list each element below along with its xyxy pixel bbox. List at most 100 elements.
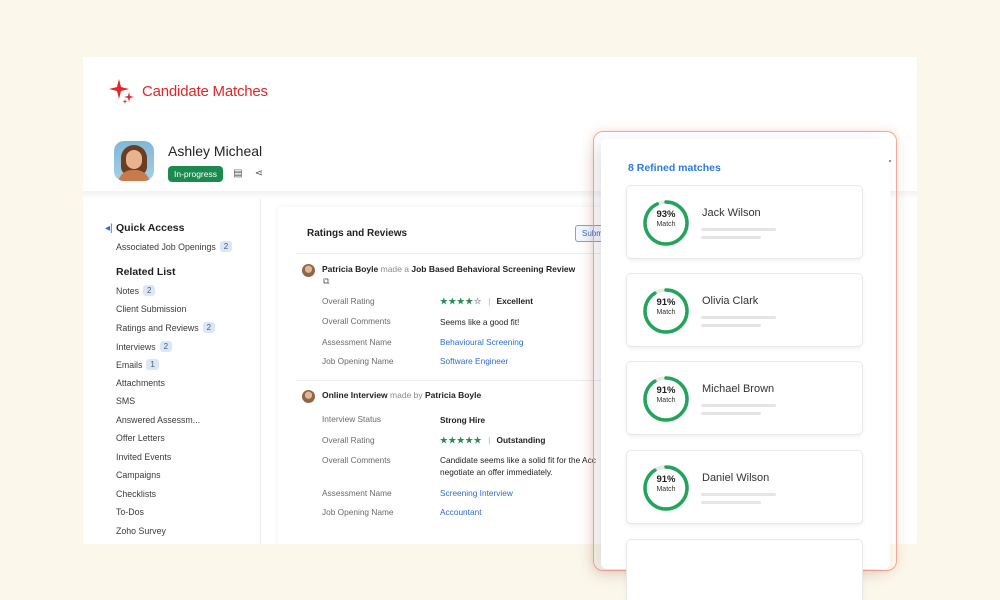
review-header: Online Interview made by Patricia Boyle [322, 390, 481, 400]
match-card[interactable]: 93% Match Jack Wilson [626, 185, 863, 259]
sidebar-item-associated-job-openings[interactable]: Associated Job Openings 2 [116, 241, 233, 252]
candidate-name[interactable]: Michael Brown [702, 383, 774, 395]
sidebar-item-interviews[interactable]: Interviews 2 [116, 341, 173, 352]
match-percent: 93% [656, 209, 676, 220]
sidebar-item-client-submission[interactable]: Client Submission [116, 304, 186, 314]
placeholder-line [701, 316, 776, 319]
field-value: Seems like a good fit! [440, 317, 520, 327]
sidebar-item-offer-letters[interactable]: Offer Letters [116, 433, 165, 443]
count-badge: 2 [202, 322, 216, 333]
divider [296, 253, 616, 254]
match-label: Match [656, 486, 676, 493]
review-header: Patricia Boyle made a Job Based Behavior… [322, 264, 575, 274]
field-label: Overall Rating [322, 435, 375, 445]
overall-rating: ★★★★★ | Outstanding [440, 435, 546, 445]
status-badge[interactable]: In-progress [168, 166, 223, 182]
sidebar-item-label: Client Submission [116, 304, 187, 314]
sidebar-item-emails[interactable]: Emails 1 [116, 359, 159, 370]
field-label: Interview Status [322, 414, 382, 424]
sidebar-item-sms[interactable]: SMS [116, 396, 135, 406]
sidebar-item-to-dos[interactable]: To-Dos [116, 507, 144, 517]
review-subject[interactable]: Online Interview [322, 390, 388, 400]
field-value-continued: negotiate an offer immediately. [440, 467, 553, 477]
sidebar: ◂| Quick Access Associated Job Openings … [83, 199, 261, 544]
placeholder-line [701, 404, 776, 407]
related-list-heading: Related List [116, 266, 176, 278]
job-opening-link[interactable]: Accountant [440, 507, 482, 517]
sidebar-item-label: Answered Assessm... [116, 415, 201, 425]
section-title: Ratings and Reviews [307, 228, 408, 239]
sidebar-item-invited-events[interactable]: Invited Events [116, 452, 171, 462]
reviewer-name[interactable]: Patricia Boyle [322, 264, 378, 274]
candidate-name[interactable]: Daniel Wilson [702, 472, 769, 484]
review-connector: made a [380, 264, 409, 274]
field-value: Candidate seems like a solid fit for the… [440, 455, 596, 465]
candidate-profile: Ashley Micheal In-progress ▤ ⋖ [114, 141, 265, 182]
review-subject[interactable]: Job Based Behavioral Screening Review [411, 264, 575, 274]
review-connector: made by [390, 390, 423, 400]
match-card[interactable]: 91% Match Daniel Wilson [626, 450, 863, 524]
reviewer-name[interactable]: Patricia Boyle [425, 390, 481, 400]
overall-rating: ★★★★☆ | Excellent [440, 296, 533, 306]
sidebar-item-attachments[interactable]: Attachments [116, 378, 165, 388]
assessment-link[interactable]: Screening Interview [440, 488, 513, 498]
notes-icon[interactable]: ▤ [232, 168, 244, 180]
count-badge: 2 [159, 341, 173, 352]
candidate-name[interactable]: Olivia Clark [702, 295, 758, 307]
rating-stars: ★★★★☆ [440, 296, 483, 306]
count-badge: 2 [219, 241, 233, 252]
sidebar-item-label: Emails [116, 359, 143, 370]
count-badge: 1 [146, 359, 159, 370]
sidebar-item-label: Zoho Survey [116, 526, 166, 536]
placeholder-line [701, 228, 776, 231]
field-label: Assessment Name [322, 488, 392, 498]
candidate-name[interactable]: Jack Wilson [702, 207, 761, 219]
sidebar-item-zoho-survey[interactable]: Zoho Survey [116, 526, 166, 536]
sidebar-item-label: Ratings and Reviews [116, 322, 199, 333]
match-card-partial[interactable] [626, 539, 863, 600]
refined-matches-panel: 8 Refined matches 93% Match Jack Wilson … [601, 139, 890, 600]
sidebar-item-label: Offer Letters [116, 433, 165, 443]
match-label: Match [656, 221, 676, 228]
match-label: Match [656, 309, 676, 316]
ratings-reviews-panel: Ratings and Reviews Subm Patricia Boyle … [278, 207, 638, 544]
field-label: Overall Comments [322, 316, 391, 326]
match-label: Match [656, 397, 676, 404]
assessment-link[interactable]: Behavioural Screening [440, 337, 523, 347]
sidebar-item-label: Notes [116, 285, 139, 296]
placeholder-line [701, 412, 761, 415]
sidebar-item-label: Checklists [116, 489, 157, 499]
reviewer-avatar [302, 264, 315, 277]
sidebar-item-checklists[interactable]: Checklists [116, 489, 156, 499]
placeholder-line [701, 324, 761, 327]
sparkle-icon [109, 79, 134, 104]
field-label: Job Opening Name [322, 356, 394, 366]
rating-stars: ★★★★★ [440, 435, 483, 445]
match-card[interactable]: 91% Match Michael Brown [626, 361, 863, 435]
interview-status: Strong Hire [440, 415, 486, 425]
field-label: Assessment Name [322, 337, 392, 347]
placeholder-line [701, 236, 761, 239]
placeholder-line [701, 493, 776, 496]
field-label: Job Opening Name [322, 507, 394, 517]
sidebar-item-ratings-and-reviews[interactable]: Ratings and Reviews 2 [116, 322, 216, 333]
job-opening-link[interactable]: Software Engineer [440, 356, 508, 366]
sidebar-item-label: Campaigns [116, 470, 161, 480]
field-label: Overall Comments [322, 455, 391, 465]
sidebar-item-label: Associated Job Openings [116, 241, 216, 252]
divider [296, 380, 616, 381]
match-percent: 91% [656, 297, 676, 308]
sidebar-item-answered-assessments[interactable]: Answered Assessm... [116, 415, 200, 425]
sidebar-item-label: Interviews [116, 341, 156, 352]
match-card[interactable]: 91% Match Olivia Clark [626, 273, 863, 347]
collapse-icon[interactable]: ◂| [105, 223, 113, 234]
external-link-icon[interactable]: ⧉ [323, 276, 329, 287]
page-title: Candidate Matches [142, 82, 268, 100]
sidebar-item-notes[interactable]: Notes 2 [116, 285, 156, 296]
sidebar-item-label: To-Dos [116, 507, 144, 517]
match-percent: 91% [656, 385, 676, 396]
sidebar-item-campaigns[interactable]: Campaigns [116, 470, 161, 480]
quick-access-heading: Quick Access [116, 222, 185, 234]
share-icon[interactable]: ⋖ [253, 168, 265, 180]
sidebar-item-label: Attachments [116, 378, 165, 388]
